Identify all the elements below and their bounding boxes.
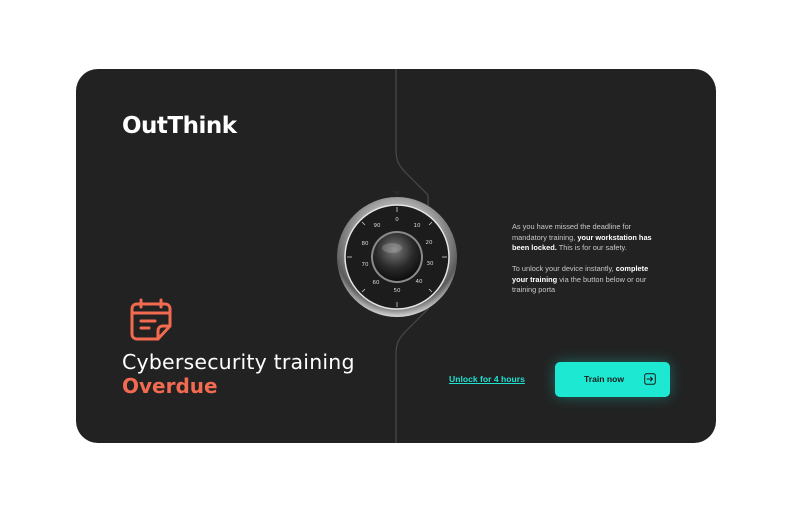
train-now-label: Train now [584, 374, 625, 384]
status-overdue: Overdue [122, 374, 218, 398]
dial-number: 90 [374, 223, 381, 229]
unlock-4-hours-link[interactable]: Unlock for 4 hours [449, 374, 525, 384]
dial-number: 0 [395, 217, 399, 223]
dial-number: 50 [394, 288, 401, 294]
calendar-icon [130, 298, 172, 341]
message-paragraph-2: To unlock your device instantly, complet… [512, 264, 649, 294]
dial-number: 40 [416, 279, 423, 285]
dial-number: 80 [362, 241, 369, 247]
dial-number: 60 [373, 280, 380, 286]
combination-lock-icon: 0 10 20 30 40 50 60 70 80 90 [337, 191, 457, 317]
lock-screen-card: OutThink Cybersecurity training Overdue [76, 69, 716, 443]
dial-number: 20 [426, 240, 433, 246]
outthink-logo: OutThink [122, 113, 237, 139]
dial-number: 70 [362, 262, 369, 268]
page-title: Cybersecurity training [122, 350, 355, 374]
dial-number: 10 [414, 223, 421, 229]
message-paragraph-1: As you have missed the deadline for mand… [512, 222, 652, 252]
lock-message: As you have missed the deadline for mand… [512, 222, 662, 306]
arrow-right-icon [644, 373, 656, 385]
train-now-button[interactable]: Train now [555, 362, 670, 397]
dial-number: 30 [427, 261, 434, 267]
